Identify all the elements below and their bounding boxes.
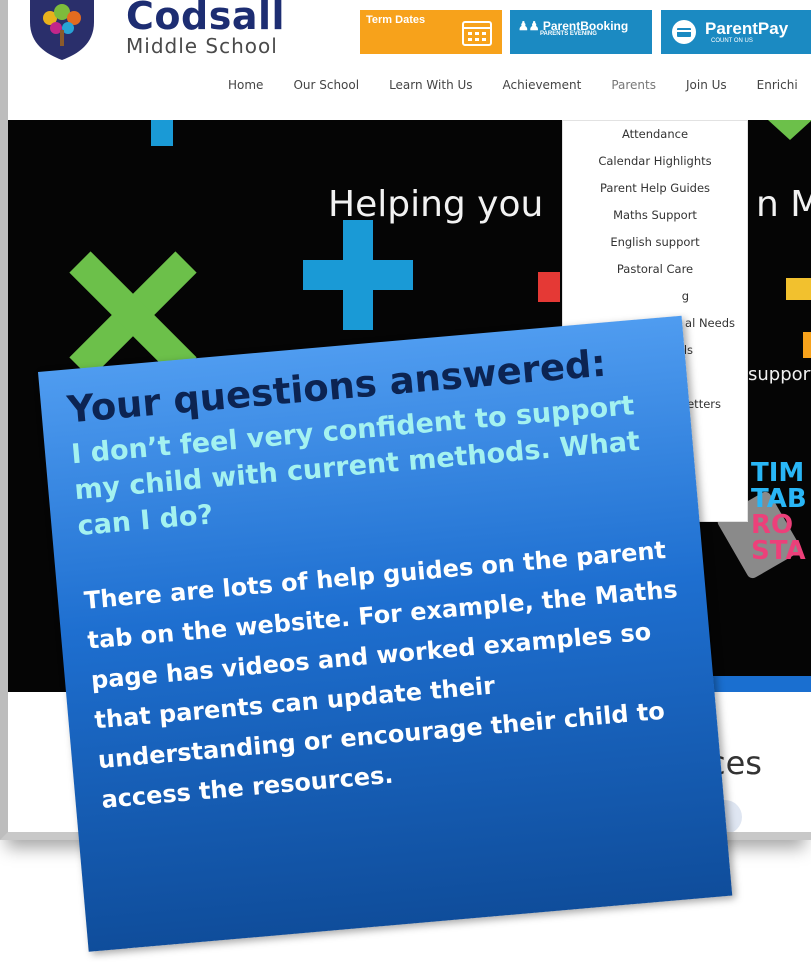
menu-item-partial-7[interactable]: g [563, 283, 747, 310]
menu-item-maths-support[interactable]: Maths Support [563, 202, 747, 229]
menu-item-english-support[interactable]: English support [563, 229, 747, 256]
calendar-icon [462, 21, 492, 46]
parent-pay-label: ParentPay [705, 19, 789, 38]
school-subtitle: Middle School [126, 34, 278, 58]
parent-booking-sublabel: PARENTS EVENING [540, 31, 597, 37]
nav-parents[interactable]: Parents [611, 78, 656, 92]
ttrs-line-4: STA [751, 536, 806, 566]
school-name[interactable]: Codsall [126, 0, 285, 38]
hero-title-right: n Ma [756, 184, 811, 225]
ttrs-line-3: RO [751, 510, 794, 540]
nav-home[interactable]: Home [228, 78, 263, 92]
menu-item-attendance[interactable]: Attendance [563, 121, 747, 148]
card-answer: There are lots of help guides on the par… [82, 536, 679, 815]
parent-pay-sublabel: COUNT ON US [711, 38, 753, 44]
ttrs-line-1: TIM [751, 458, 805, 488]
hero-title-left: Helping you [328, 184, 544, 225]
school-crest-logo [30, 0, 94, 60]
menu-item-calendar-highlights[interactable]: Calendar Highlights [563, 148, 747, 175]
nav-learn-with-us[interactable]: Learn With Us [389, 78, 472, 92]
green-triangle-shape [768, 120, 811, 140]
main-nav: Home Our School Learn With Us Achievemen… [228, 78, 811, 92]
menu-item-parent-help-guides[interactable]: Parent Help Guides [563, 175, 747, 202]
payment-card-icon [672, 20, 696, 44]
yellow-bar-shape [786, 278, 811, 300]
blue-square-shape [151, 120, 173, 146]
blue-plus-shape [303, 220, 413, 330]
nav-enrichment[interactable]: Enrichi [757, 78, 798, 92]
nav-achievement[interactable]: Achievement [503, 78, 582, 92]
term-dates-button[interactable]: Term Dates [360, 10, 502, 54]
term-dates-label: Term Dates [366, 14, 426, 26]
menu-item-pastoral-care[interactable]: Pastoral Care [563, 256, 747, 283]
orange-shape [803, 332, 811, 358]
parent-booking-button[interactable]: ♟♟ ParentBooking PARENTS EVENING [510, 10, 652, 54]
red-block-shape [538, 272, 560, 302]
nav-join-us[interactable]: Join Us [686, 78, 727, 92]
people-icon: ♟♟ [518, 19, 540, 33]
nav-our-school[interactable]: Our School [293, 78, 359, 92]
hero-support-text: support [748, 364, 811, 385]
times-tables-rockstars-logo: TIM TAB RO STA [715, 458, 811, 610]
parent-pay-button[interactable]: ParentPay COUNT ON US [661, 10, 811, 54]
ttrs-line-2: TAB [751, 484, 807, 514]
questions-answered-card: Your questions answered: I don’t feel ve… [38, 315, 733, 952]
